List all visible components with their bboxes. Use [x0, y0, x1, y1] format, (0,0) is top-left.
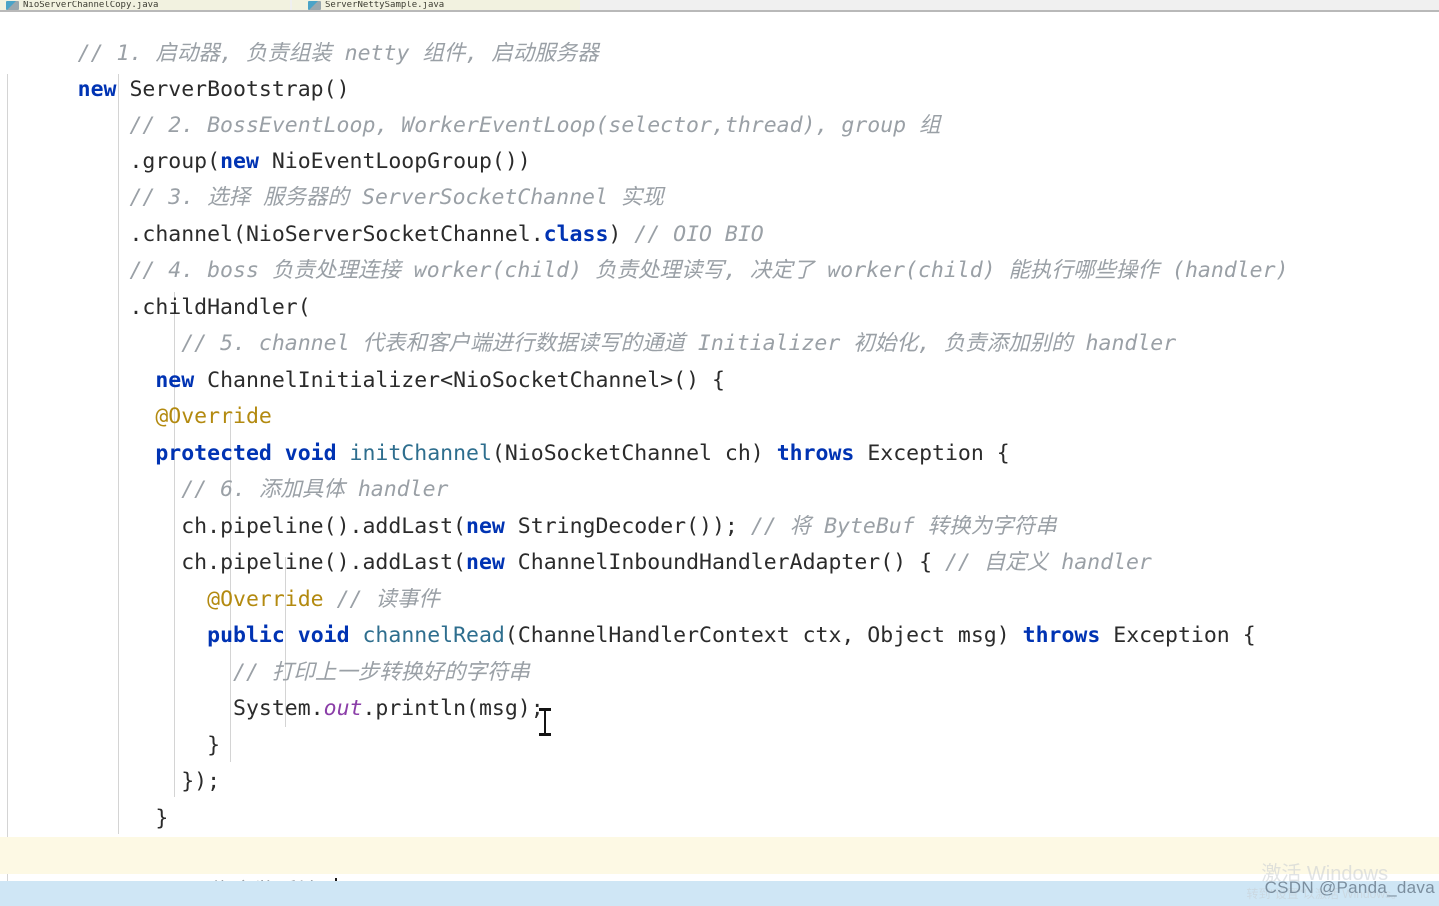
ide-window: NioServerChannelCopy.java ServerNettySam…: [0, 0, 1439, 906]
code-line: }: [207, 732, 221, 758]
code-line: @Override: [0, 362, 1439, 429]
code-line: new ServerBootstrap(): [77, 76, 350, 102]
code-line: new ChannelInitializer<NioSocketChannel>…: [155, 367, 725, 393]
code-line: }): [0, 800, 1439, 867]
code-line: .childHandler(: [129, 294, 311, 320]
editor-tab-1[interactable]: ServerNettySample.java: [292, 0, 580, 10]
code-line: // 1. 启动器, 负责组装 netty 组件, 启动服务器: [0, 12, 1439, 66]
code-line: .channel(NioServerSocketChannel.class) /…: [129, 221, 764, 247]
code-line: // 4. boss 负责处理连接 worker(child) 负责处理读写, …: [0, 216, 1439, 283]
code-line: @Override // 读事件: [207, 586, 440, 612]
editor-tab-0[interactable]: NioServerChannelCopy.java: [0, 0, 290, 10]
code-line: });: [181, 768, 221, 794]
code-line: System.out.println(msg);: [233, 695, 544, 721]
code-line: // 打印上一步转换好的字符串: [0, 618, 1439, 685]
code-line-active[interactable]: // 6. 绑定监听端口: [0, 837, 1439, 904]
java-file-icon: [6, 1, 19, 10]
csdn-watermark: CSDN @Panda_dava: [1264, 878, 1435, 897]
java-file-icon: [308, 1, 321, 10]
code-line: // 3. 选择 服务器的 ServerSocketChannel 实现: [0, 143, 1439, 210]
code-line: .group(new NioEventLoopGroup()): [129, 148, 531, 174]
code-line: protected void initChannel(NioSocketChan…: [155, 440, 1010, 466]
code-line-selected[interactable]: .bind( inetPort: 8080);: [0, 881, 1439, 906]
code-line: ch.pipeline().addLast(new StringDecoder(…: [181, 513, 1057, 539]
editor-tab-label: ServerNettySample.java: [325, 1, 445, 10]
code-line: // 2. BossEventLoop, WorkerEventLoop(sel…: [0, 71, 1439, 138]
code-line: // 5. channel 代表和客户端进行数据读写的通道 Initialize…: [0, 289, 1439, 356]
code-line: ch.pipeline().addLast(new ChannelInbound…: [181, 549, 1152, 575]
code-line: }: [155, 805, 169, 831]
code-line: public void channelRead(ChannelHandlerCo…: [207, 622, 1256, 648]
code-editor[interactable]: // 1. 启动器, 负责组装 netty 组件, 启动服务器 new Serv…: [0, 12, 1439, 906]
editor-tab-label: NioServerChannelCopy.java: [23, 1, 159, 10]
code-line: // 6. 添加具体 handler: [0, 435, 1439, 502]
text-ibeam-cursor: [539, 708, 551, 736]
editor-tab-strip: NioServerChannelCopy.java ServerNettySam…: [0, 0, 1439, 10]
